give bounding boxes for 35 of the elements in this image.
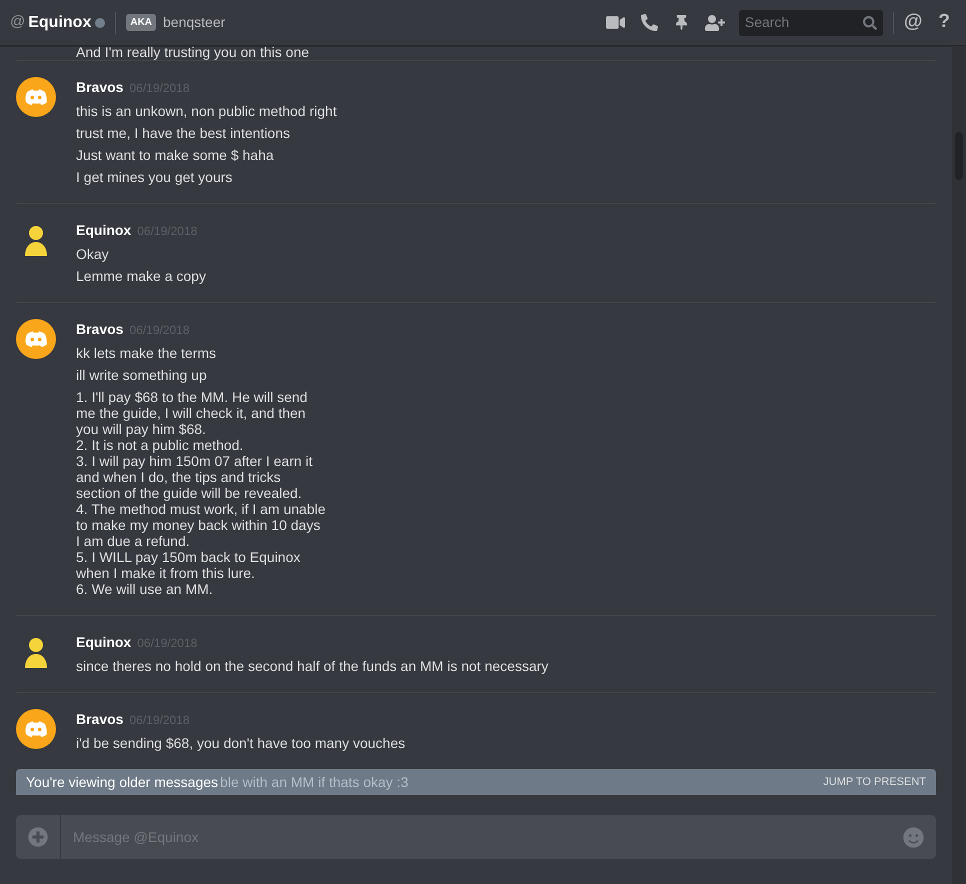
author-name[interactable]: Equinox [76,220,132,241]
message-text: kk lets make the terms [76,345,218,361]
video-call-icon[interactable] [606,13,625,32]
mentions-button[interactable]: @ [904,8,922,37]
message-text: Just want to make some $ haha [76,147,275,163]
message-text: Lemme make a copy [76,268,206,284]
author-name[interactable]: Equinox [76,632,132,653]
aka-tag: AKA [126,14,156,31]
channel-title: Equinox [28,12,92,32]
banner-label: You're viewing older messages [26,772,218,792]
search-icon [862,16,877,30]
message-text: And I'm really trusting you on this one [76,44,310,60]
message-text: trust me, I have the best intentions [76,125,292,141]
author-name[interactable]: Bravos [76,709,124,730]
message-text: I get mines you get yours [76,169,234,185]
message-text: i'd be sending $68, you don't have too many vouches [76,735,406,751]
search-box[interactable]: Search [738,10,883,36]
message-text: 1. I'll pay $68 to the MM. He will send me the guide, I will check it, and then you will pay him $68. 2. It is not a public method. 3. I will pay him 150m 07 after I earn it and when I do, the tips and tricks section of the guide will be revealed. 4. The method must work, if I am unable to make my money back within 10 days I am due a refund. 5. I WILL pay 150m back to Equinox when I make it from this lure. 6. We will use an MM. [76,389,326,597]
author-name[interactable]: Bravos [76,77,124,98]
avatar[interactable] [16,709,56,749]
message-text: ble with an MM if thats okay :3 [220,772,408,792]
author-name[interactable]: Bravos [76,319,124,340]
add-user-icon[interactable] [704,12,725,32]
message-text: since theres no hold on the second half of the funds an MM is not necessary [76,658,548,674]
message-text: this is an unkown, non public method right [76,103,337,119]
phone-call-icon[interactable] [640,14,658,31]
help-button[interactable]: ? [938,8,950,37]
nickname: benqsteer [163,13,226,32]
pin-icon[interactable] [674,15,689,30]
avatar[interactable] [16,319,56,359]
at-symbol: @ [10,12,26,32]
message-text: ill write something up [76,367,208,383]
message-text: Okay [76,246,110,262]
search-field[interactable]: Search [744,12,863,33]
avatar[interactable] [16,77,56,117]
